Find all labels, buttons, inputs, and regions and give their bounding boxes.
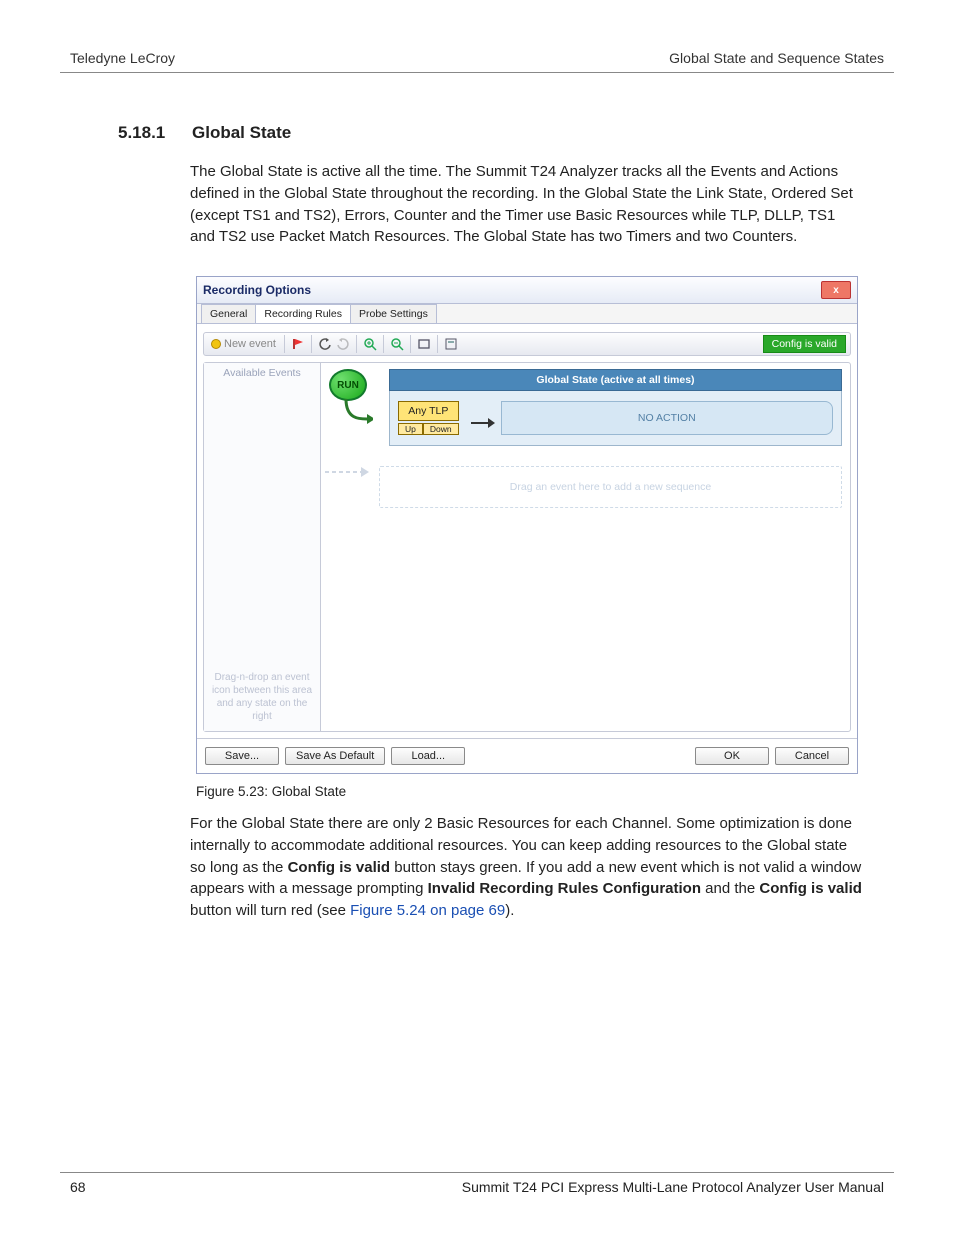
direction-up[interactable]: Up bbox=[398, 423, 423, 435]
cancel-button[interactable]: Cancel bbox=[775, 747, 849, 765]
screenshot-window: Recording Options x General Recording Ru… bbox=[196, 276, 858, 774]
new-event-button[interactable]: New event bbox=[208, 335, 280, 353]
fit-icon[interactable] bbox=[415, 335, 433, 353]
action-no-action[interactable]: NO ACTION bbox=[501, 401, 833, 435]
tab-probe-settings[interactable]: Probe Settings bbox=[350, 304, 437, 323]
undo-icon[interactable] bbox=[316, 335, 334, 353]
figure-xref-link[interactable]: Figure 5.24 on page 69 bbox=[350, 902, 505, 919]
save-default-button[interactable]: Save As Default bbox=[285, 747, 385, 765]
ok-button[interactable]: OK bbox=[695, 747, 769, 765]
zoom-in-icon[interactable] bbox=[361, 335, 379, 353]
rules-canvas: Available Events Drag-n-drop an event ic… bbox=[203, 362, 851, 732]
section-title: Global State bbox=[192, 123, 291, 142]
paragraph-1: The Global State is active all the time.… bbox=[190, 161, 864, 248]
state-title: Global State (active at all times) bbox=[389, 369, 842, 391]
arrow-right-icon bbox=[471, 422, 489, 424]
config-valid-badge[interactable]: Config is valid bbox=[763, 335, 846, 353]
tab-strip: General Recording Rules Probe Settings bbox=[197, 304, 857, 324]
paragraph-2: For the Global State there are only 2 Ba… bbox=[190, 813, 864, 922]
page-number: 68 bbox=[70, 1179, 86, 1195]
properties-icon[interactable] bbox=[442, 335, 460, 353]
header-right: Global State and Sequence States bbox=[669, 50, 884, 66]
figure-caption: Figure 5.23: Global State bbox=[196, 784, 894, 799]
tab-general[interactable]: General bbox=[201, 304, 256, 323]
redo-icon[interactable] bbox=[334, 335, 352, 353]
window-title: Recording Options bbox=[203, 283, 311, 297]
close-button[interactable]: x bbox=[821, 281, 851, 299]
event-any-tlp[interactable]: Any TLP Up Down bbox=[398, 401, 459, 435]
manual-title: Summit T24 PCI Express Multi-Lane Protoc… bbox=[462, 1179, 884, 1195]
load-button[interactable]: Load... bbox=[391, 747, 465, 765]
header-left: Teledyne LeCroy bbox=[70, 50, 175, 66]
available-events-panel[interactable]: Available Events Drag-n-drop an event ic… bbox=[204, 363, 321, 731]
zoom-out-icon[interactable] bbox=[388, 335, 406, 353]
drag-hint: Drag-n-drop an event icon between this a… bbox=[208, 671, 316, 723]
section-heading: 5.18.1Global State bbox=[118, 123, 894, 143]
new-sequence-dropzone[interactable]: Drag an event here to add a new sequence bbox=[379, 466, 842, 508]
connector-arrow-icon bbox=[329, 399, 373, 425]
any-tlp-label: Any TLP bbox=[398, 401, 459, 421]
new-event-icon bbox=[212, 340, 220, 348]
new-event-label: New event bbox=[224, 338, 276, 350]
drop-arrow-icon bbox=[325, 465, 371, 479]
available-events-label: Available Events bbox=[208, 367, 316, 379]
flag-icon[interactable] bbox=[289, 335, 307, 353]
section-number: 5.18.1 bbox=[118, 123, 192, 143]
global-state-box[interactable]: Global State (active at all times) Any T… bbox=[389, 369, 842, 446]
toolbar: New event bbox=[203, 332, 851, 356]
save-button[interactable]: Save... bbox=[205, 747, 279, 765]
title-bar[interactable]: Recording Options x bbox=[197, 277, 857, 304]
tab-recording-rules[interactable]: Recording Rules bbox=[255, 304, 351, 323]
run-node[interactable]: RUN bbox=[329, 369, 367, 401]
dialog-button-row: Save... Save As Default Load... OK Cance… bbox=[197, 738, 857, 773]
direction-down[interactable]: Down bbox=[423, 423, 459, 435]
